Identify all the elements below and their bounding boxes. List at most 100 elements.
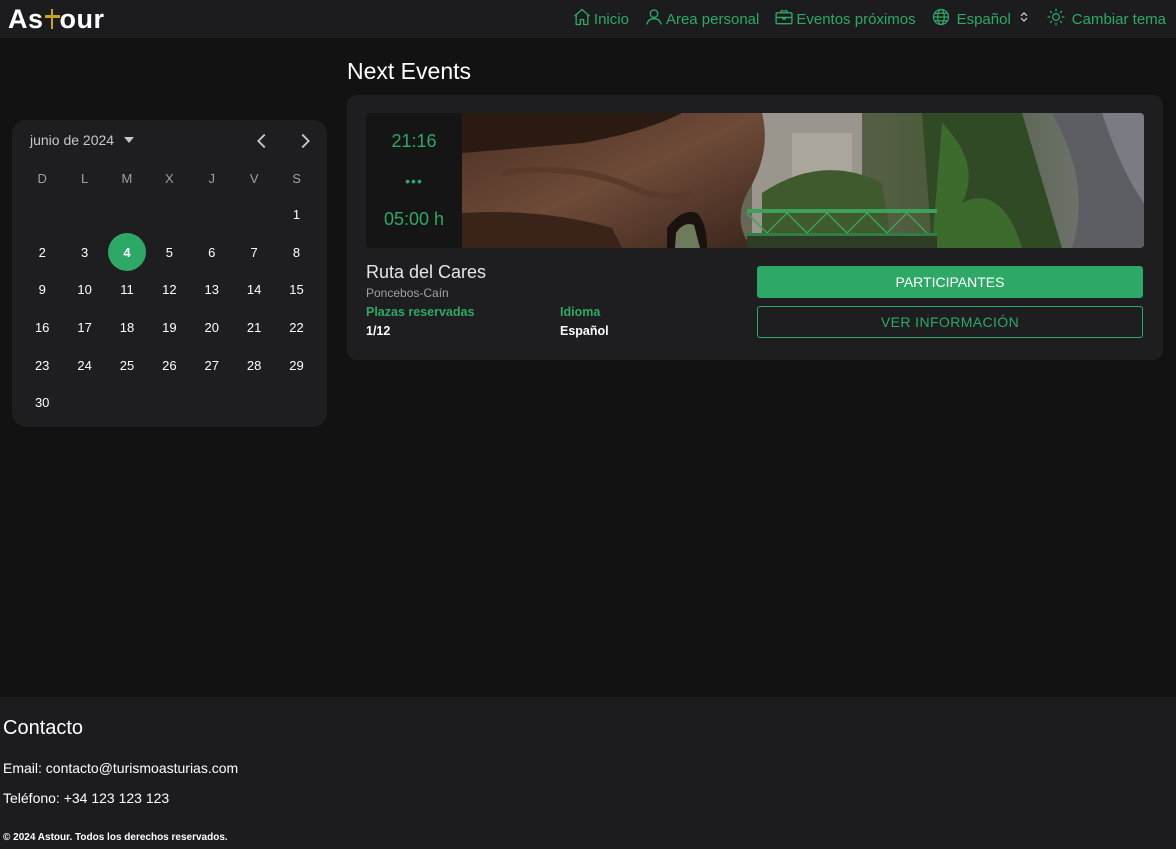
nav-personal-area-link[interactable]: Area personal (644, 7, 759, 31)
calendar-day[interactable]: 14 (233, 271, 275, 309)
nav-upcoming-events-label: Eventos próximos (796, 10, 916, 28)
calendar-day[interactable]: 17 (63, 309, 105, 347)
calendar-day[interactable]: 27 (191, 346, 233, 384)
calendar-widget: junio de 2024 D L M X J V S 1 2 3 4 5 6 7 8 9 10 11 12 13 14… (12, 120, 327, 427)
calendar-day-number: 14 (246, 282, 262, 298)
ellipsis-icon: ••• (405, 172, 423, 189)
event-location: Poncebos-Caín (366, 286, 449, 300)
calendar-day[interactable]: 7 (233, 234, 275, 272)
calendar-day-number: 13 (204, 282, 219, 298)
calendar-day-number: 30 (34, 395, 50, 411)
footer-phone: Teléfono: +34 123 123 123 (3, 790, 170, 806)
calendar-day[interactable]: 25 (106, 346, 148, 384)
calendar-day-number: 28 (246, 357, 262, 373)
calendar-empty-cell (233, 196, 275, 234)
calendar-day[interactable]: 5 (148, 234, 190, 272)
calendar-day-number: 4 (107, 233, 146, 272)
calendar-day[interactable]: 2 (21, 234, 63, 272)
language-selector[interactable]: Español (931, 7, 1031, 31)
calendar-day[interactable]: 23 (21, 346, 63, 384)
cross-logo-icon (44, 7, 60, 31)
calendar-day-number: 19 (162, 320, 177, 336)
theme-toggle-button[interactable]: Cambiar tema (1046, 7, 1166, 31)
next-month-button[interactable] (294, 130, 316, 152)
calendar-day[interactable]: 21 (233, 309, 275, 347)
calendar-day-number: 22 (289, 320, 304, 336)
event-card: 21:16 ••• 05:00 h Ruta del Cares Poncebo… (347, 95, 1163, 360)
seats-label: Plazas reservadas (366, 305, 475, 319)
calendar-day-number: 20 (204, 320, 219, 336)
calendar-day-number: 27 (204, 357, 219, 373)
logo-text-right: our (59, 3, 105, 34)
calendar-day[interactable]: 24 (63, 346, 105, 384)
theme-toggle-label: Cambiar tema (1071, 10, 1166, 28)
calendar-day-number: 26 (162, 357, 177, 373)
calendar-day[interactable]: 1 (275, 196, 317, 234)
language-selected-value: Español (956, 10, 1011, 28)
chevron-right-icon (294, 133, 316, 156)
logo-text-left: As (8, 3, 44, 34)
language-value: Español (560, 324, 609, 338)
calendar-day-number: 16 (34, 320, 50, 336)
calendar-day-number: 24 (77, 357, 92, 373)
page-title: Next Events (347, 58, 471, 84)
calendar-day-number: 17 (77, 320, 92, 336)
calendar-day[interactable]: 30 (21, 384, 63, 422)
calendar-day[interactable]: 28 (233, 346, 275, 384)
calendar-month-label: junio de 2024 (30, 132, 115, 148)
calendar-day[interactable]: 13 (191, 271, 233, 309)
calendar-day-number: 3 (80, 244, 89, 260)
nav-home-link[interactable]: Inicio (572, 7, 629, 31)
view-info-button[interactable]: VER INFORMACIÓN (757, 306, 1143, 338)
calendar-empty-cell (106, 196, 148, 234)
calendar-day[interactable]: 16 (21, 309, 63, 347)
calendar-day[interactable]: 26 (148, 346, 190, 384)
calendar-day[interactable]: 18 (106, 309, 148, 347)
calendar-day[interactable]: 20 (191, 309, 233, 347)
calendar-day[interactable]: 15 (275, 271, 317, 309)
nav-personal-area-label: Area personal (665, 10, 760, 28)
calendar-day[interactable]: 11 (106, 271, 148, 309)
weekday-header: D (37, 170, 47, 186)
footer-title: Contacto (3, 717, 84, 739)
weekday-header: L (80, 170, 89, 186)
calendar-day[interactable]: 6 (191, 234, 233, 272)
calendar-day[interactable]: 10 (63, 271, 105, 309)
participants-button[interactable]: PARTICIPANTES (757, 266, 1143, 298)
calendar-day[interactable]: 29 (275, 346, 317, 384)
weekday-header: M (121, 170, 133, 186)
calendar-day[interactable]: 19 (148, 309, 190, 347)
nav-upcoming-events-link[interactable]: Eventos próximos (774, 7, 916, 31)
calendar-day-number: 2 (38, 244, 46, 260)
calendar-day-number: 18 (119, 320, 135, 336)
weekday-header: J (208, 170, 216, 186)
calendar-day-number: 6 (208, 244, 216, 260)
home-icon (572, 7, 592, 31)
calendar-day-number: 8 (292, 244, 301, 260)
nav-home-label: Inicio (593, 10, 629, 28)
briefcase-icon (774, 7, 794, 31)
calendar-day[interactable]: 3 (63, 234, 105, 272)
previous-month-button[interactable] (251, 130, 273, 152)
calendar-day-number: 21 (246, 320, 262, 336)
month-year-picker[interactable]: junio de 2024 (30, 132, 135, 148)
weekday-header: X (165, 170, 174, 186)
calendar-day[interactable]: 9 (21, 271, 63, 309)
calendar-day-number: 5 (165, 244, 173, 260)
astour-logo[interactable]: As our (8, 4, 105, 35)
nav-menu: Inicio Area personal Eventos próximos Es… (572, 7, 1166, 31)
calendar-day-number: 23 (34, 357, 50, 373)
calendar-day-grid: D L M X J V S 1 2 3 4 5 6 7 8 9 10 11 12 13 14 15 16 17 18 19 20 21… (21, 160, 318, 422)
calendar-day-number: 11 (120, 282, 134, 298)
calendar-day-selected[interactable]: 4 (106, 233, 148, 272)
event-duration: 05:00 h (383, 209, 445, 229)
calendar-day-number: 10 (77, 282, 92, 298)
calendar-day[interactable]: 12 (148, 271, 190, 309)
calendar-day[interactable]: 22 (275, 309, 317, 347)
footer-copyright: © 2024 Astour. Todos los derechos reserv… (3, 832, 228, 843)
event-name: Ruta del Cares (366, 262, 487, 282)
event-start-time: 21:16 (391, 131, 437, 151)
calendar-day-number: 7 (250, 244, 258, 260)
event-photo (462, 113, 1144, 248)
calendar-day[interactable]: 8 (275, 234, 317, 272)
